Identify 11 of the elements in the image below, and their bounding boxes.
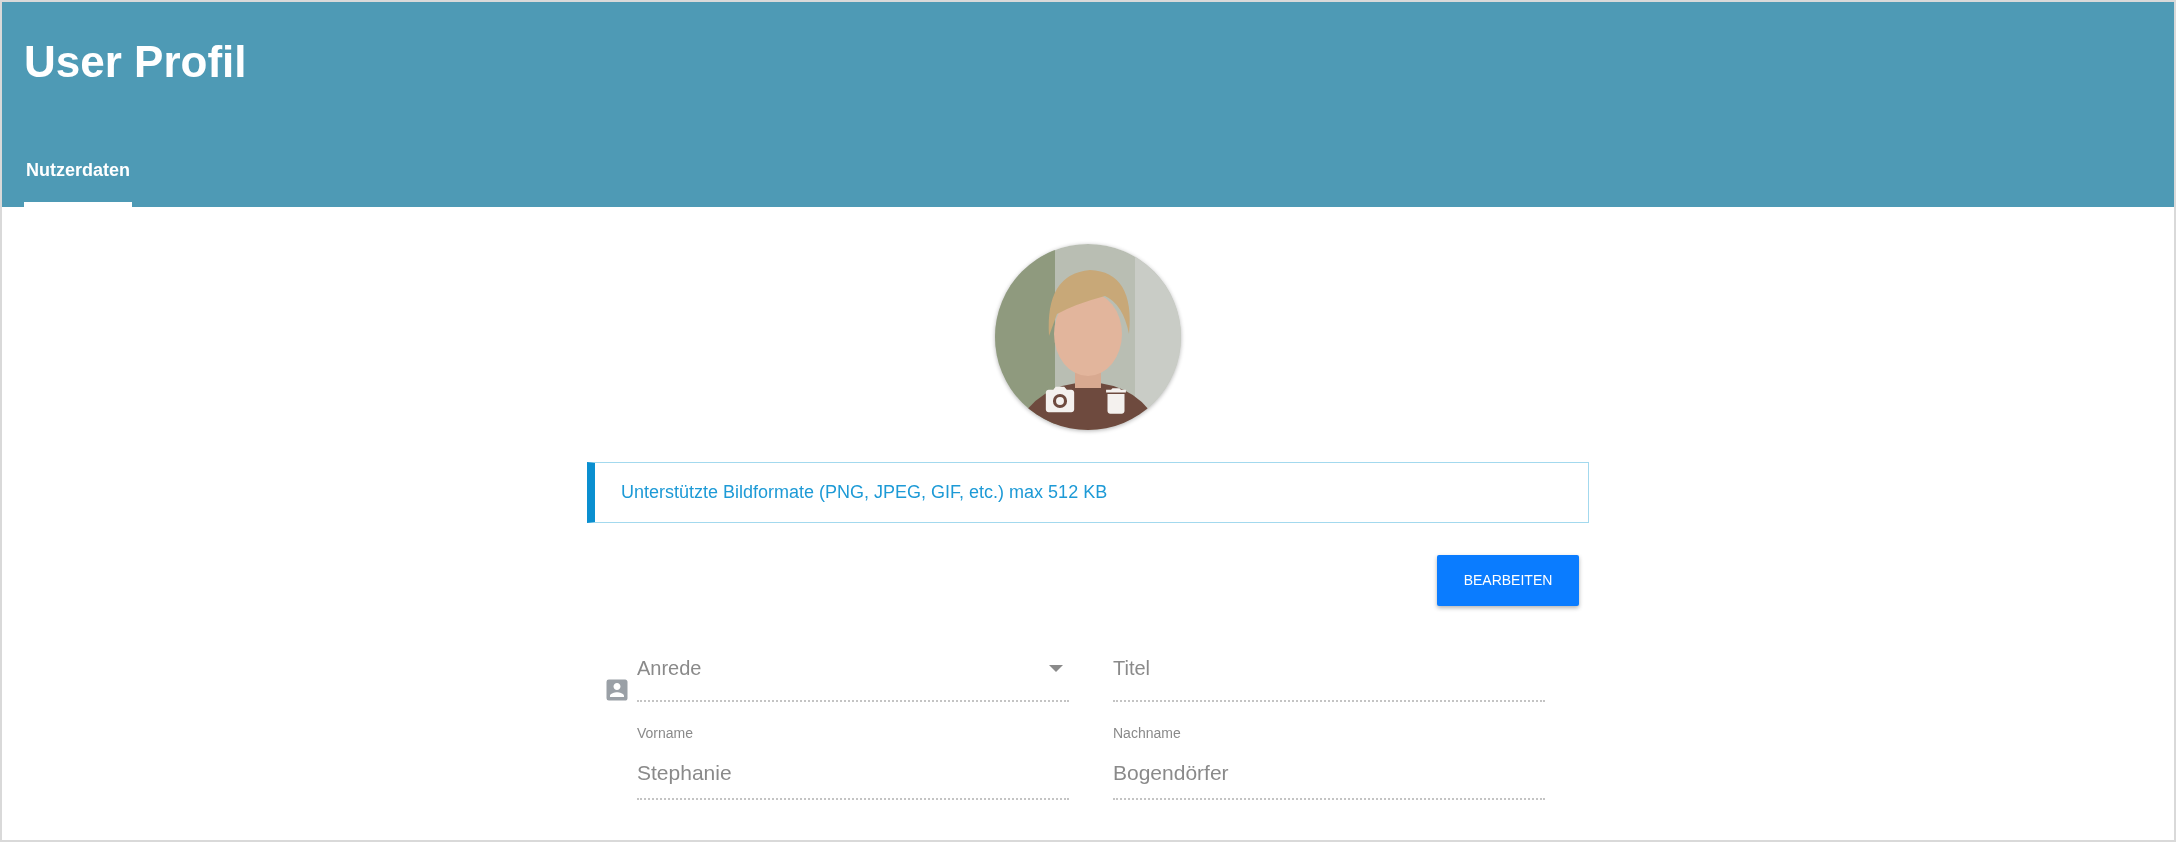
- field-label: Vorname: [637, 724, 695, 742]
- page-title: User Profil: [24, 36, 247, 88]
- select-field[interactable]: Anrede: [637, 650, 1069, 702]
- input-field[interactable]: Stephanie: [637, 756, 1069, 800]
- field-label: Nachname: [1113, 724, 1182, 742]
- input-field[interactable]: Bogendörfer: [1113, 756, 1545, 800]
- info-text: Unterstützte Bildformate (PNG, JPEG, GIF, etc.) max 512 KB: [621, 481, 1108, 504]
- edit-button[interactable]: BEARBEITEN: [1437, 555, 1579, 606]
- tab[interactable]: Nutzerdaten: [24, 157, 132, 207]
- input-field[interactable]: Titel: [1113, 650, 1545, 702]
- caret-icon: [1049, 664, 1063, 672]
